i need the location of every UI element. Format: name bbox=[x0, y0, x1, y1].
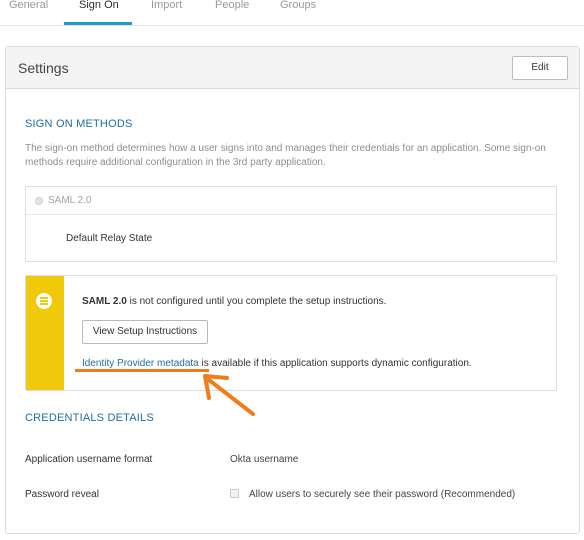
identity-provider-metadata-link[interactable]: Identity Provider metadata bbox=[82, 358, 199, 369]
saml-radio[interactable] bbox=[35, 197, 43, 205]
metadata-line-text: is available if this application support… bbox=[198, 358, 472, 369]
arrow-icon bbox=[203, 374, 255, 416]
password-reveal-checkbox[interactable] bbox=[230, 489, 239, 498]
notice-message-text: is not configured until you complete the… bbox=[126, 296, 387, 307]
annotation-underline bbox=[75, 369, 209, 372]
tab-groups[interactable]: Groups bbox=[280, 0, 316, 11]
view-setup-instructions-button[interactable]: View Setup Instructions bbox=[82, 320, 208, 344]
setup-notice: SAML 2.0 is not configured until you com… bbox=[25, 275, 557, 391]
edit-button[interactable]: Edit bbox=[512, 56, 568, 80]
credentials-details-title: CREDENTIALS DETAILS bbox=[25, 412, 154, 424]
password-reveal-option[interactable]: Allow users to securely see their passwo… bbox=[249, 489, 515, 500]
sign-on-description: The sign-on method determines how a user… bbox=[25, 143, 546, 168]
notice-saml-bold: SAML 2.0 bbox=[82, 296, 127, 307]
tab-import[interactable]: Import bbox=[151, 0, 182, 11]
username-format-label: Application username format bbox=[25, 454, 153, 465]
tab-bar: General Sign On Import People Groups bbox=[0, 0, 584, 26]
saml-option-row[interactable]: SAML 2.0 bbox=[26, 187, 556, 215]
panel-header: Settings Edit bbox=[6, 47, 579, 89]
sign-on-methods-title: SIGN ON METHODS bbox=[25, 118, 133, 130]
tab-general[interactable]: General bbox=[9, 0, 48, 11]
tab-sign-on[interactable]: Sign On bbox=[79, 0, 119, 11]
notice-stripe bbox=[26, 276, 64, 390]
metadata-line: Identity Provider metadata is available … bbox=[82, 358, 472, 369]
list-icon bbox=[36, 293, 52, 309]
saml-option-box: SAML 2.0 Default Relay State bbox=[25, 186, 557, 262]
panel-title: Settings bbox=[18, 60, 69, 76]
tab-people[interactable]: People bbox=[215, 0, 249, 11]
active-tab-indicator bbox=[64, 22, 132, 25]
saml-label: SAML 2.0 bbox=[48, 195, 92, 206]
username-format-value: Okta username bbox=[230, 454, 299, 465]
notice-message: SAML 2.0 is not configured until you com… bbox=[82, 296, 386, 307]
default-relay-state-label: Default Relay State bbox=[66, 233, 153, 244]
password-reveal-label: Password reveal bbox=[25, 489, 99, 500]
